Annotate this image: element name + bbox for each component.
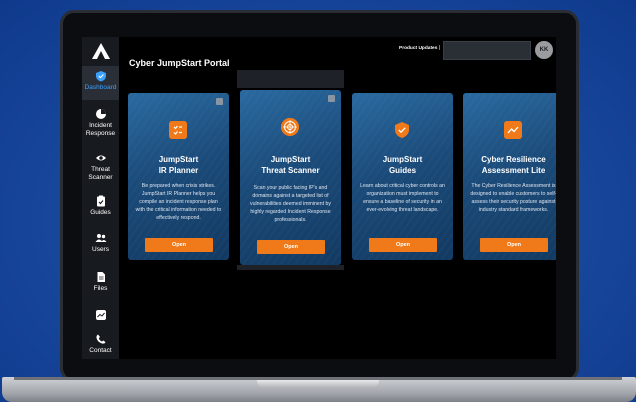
- sidebar-item-users[interactable]: Users: [82, 232, 119, 254]
- selected-card-highlight: [237, 70, 344, 88]
- open-button[interactable]: Open: [369, 238, 437, 252]
- card-title: Cyber Resilience Assessment Lite: [481, 155, 546, 175]
- card-resilience-assessment[interactable]: Cyber Resilience Assessment Lite The Cyb…: [463, 93, 556, 260]
- header-separator: |: [439, 45, 441, 51]
- open-button[interactable]: Open: [145, 238, 213, 252]
- logo-icon: [92, 43, 110, 59]
- laptop-notch: [257, 380, 379, 387]
- sidebar-item-label: Incident Response: [85, 122, 116, 137]
- sidebar-item-label: Threat Scanner: [88, 166, 113, 181]
- sidebar-item-contact[interactable]: Contact: [82, 333, 119, 355]
- sidebar-item-label: Files: [93, 285, 108, 292]
- users-icon: [95, 234, 106, 242]
- card-title: JumpStart Threat Scanner: [261, 155, 320, 175]
- info-icon[interactable]: [216, 98, 223, 105]
- card-threat-scanner[interactable]: JumpStart Threat Scanner Scan your publi…: [240, 90, 341, 265]
- pie-chart-icon: [95, 109, 106, 119]
- app-screen: Dashboard Incident Response Threat Scann…: [82, 37, 556, 359]
- sidebar-item-label: Users: [92, 246, 109, 253]
- sidebar-item-threat-scanner[interactable]: Threat Scanner: [82, 152, 119, 182]
- file-icon: [97, 272, 105, 282]
- sidebar-item-label: Contact: [89, 347, 112, 354]
- page-title: Cyber JumpStart Portal: [129, 58, 230, 68]
- card-ir-planner[interactable]: JumpStart IR Planner Be prepared when cr…: [128, 93, 229, 260]
- card-description: Be prepared when crisis strikes. JumpSta…: [135, 183, 222, 221]
- contact-icon: [95, 334, 105, 344]
- search-input[interactable]: [443, 41, 531, 60]
- info-icon[interactable]: [328, 95, 335, 102]
- sidebar-item-files[interactable]: Files: [82, 271, 119, 293]
- sidebar-item-incident-response[interactable]: Incident Response: [82, 108, 119, 138]
- eye-icon: [95, 155, 106, 161]
- card-guides[interactable]: JumpStart Guides Learn about critical cy…: [352, 93, 453, 260]
- sidebar-item-guides[interactable]: Guides: [82, 195, 119, 217]
- card-description: The Cyber Resilience Assessment is desig…: [470, 183, 556, 213]
- card-title: JumpStart IR Planner: [158, 155, 199, 175]
- sidebar-item-label: Dashboard: [84, 84, 117, 91]
- checklist-icon: [169, 121, 187, 139]
- sidebar-item-label: Guides: [90, 209, 111, 216]
- clipboard-check-icon: [96, 195, 105, 207]
- open-button[interactable]: Open: [480, 238, 548, 252]
- avatar[interactable]: KK: [535, 41, 553, 59]
- trend-icon: [504, 121, 522, 139]
- sidebar: Dashboard Incident Response Threat Scann…: [82, 37, 119, 359]
- card-description: Scan your public facing IP's and domains…: [249, 185, 332, 223]
- open-button[interactable]: Open: [257, 240, 325, 254]
- sidebar-item-analytics[interactable]: [82, 309, 119, 323]
- shield-check-icon: [395, 122, 409, 138]
- shield-icon: [95, 71, 106, 82]
- sidebar-item-dashboard[interactable]: Dashboard: [82, 66, 119, 100]
- chart-icon: [95, 310, 106, 320]
- target-icon: [281, 118, 299, 136]
- card-title: JumpStart Guides: [382, 155, 423, 175]
- selected-card-highlight-bottom: [237, 265, 344, 270]
- product-updates-link[interactable]: Product Updates: [399, 46, 437, 51]
- card-description: Learn about critical cyber controls an o…: [360, 183, 445, 213]
